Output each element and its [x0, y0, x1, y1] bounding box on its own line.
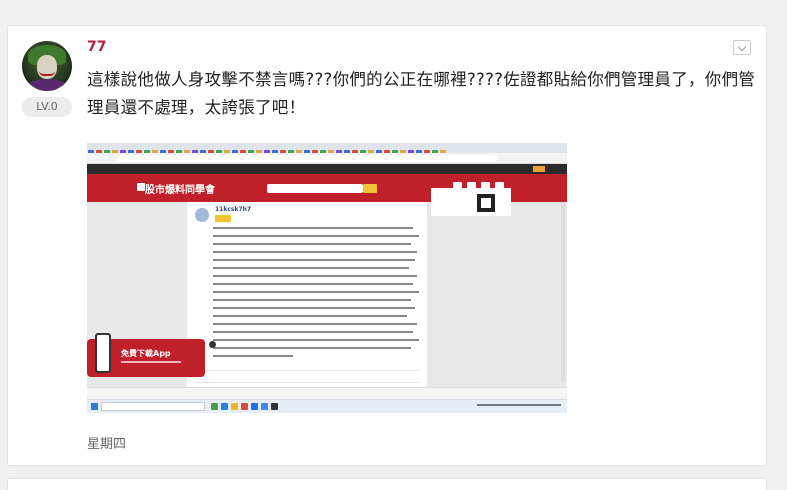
text-line: [213, 299, 411, 301]
site-top-nav: [87, 164, 567, 174]
username[interactable]: 77: [87, 39, 106, 55]
taskbar-app-icon: [251, 403, 258, 410]
text-line: [213, 307, 415, 309]
text-line: [213, 339, 419, 341]
commenter-name: 11kcsk7h7: [215, 206, 252, 213]
phone-icon: [95, 333, 111, 373]
avatar[interactable]: [22, 41, 72, 91]
post-text: 這樣說他做人身攻擊不禁言嗎???你們的公正在哪裡????佐證都貼給你們管理員了，…: [87, 70, 756, 117]
post-weekday: 星期四: [87, 437, 127, 452]
text-line: [213, 267, 409, 269]
text-line: [213, 283, 413, 285]
text-line: [213, 315, 407, 317]
text-line: [213, 251, 417, 253]
browser-tab-strip: [87, 143, 567, 156]
avatar-smile: [39, 71, 55, 76]
text-line: [213, 355, 293, 357]
text-line: [213, 331, 413, 333]
text-line: [213, 243, 411, 245]
text-line: [213, 291, 419, 293]
site-logo-icon: [137, 183, 145, 191]
hot-badge: [533, 166, 545, 172]
text-line: [213, 275, 417, 277]
taskbar-app-icon: [261, 403, 268, 410]
address-bar: [87, 153, 567, 164]
commenter-avatar: [195, 208, 209, 222]
browser-tabs: [87, 143, 567, 156]
windows-start-icon: [91, 403, 98, 410]
commenter-badge: [215, 215, 231, 222]
post-card: LV.0 77 這樣說他做人身攻擊不禁言嗎???你們的公正在哪裡????佐證都貼…: [7, 25, 767, 466]
app-download-label: 免費下載App: [121, 349, 171, 358]
taskbar-app-icon: [231, 403, 238, 410]
site-search-button: [363, 184, 377, 193]
qr-code: [431, 188, 511, 216]
screenshot-post-area: 11kcsk7h7: [187, 202, 427, 413]
text-line: [213, 235, 419, 237]
chevron-down-icon[interactable]: [733, 40, 751, 55]
taskbar-app-icon: [241, 403, 248, 410]
divider: [195, 382, 419, 383]
taskbar-app-icon: [211, 403, 218, 410]
text-line: [213, 227, 413, 229]
system-tray: [477, 404, 561, 406]
text-line: [213, 347, 411, 349]
divider: [195, 370, 419, 371]
text-line: [213, 259, 415, 261]
windows-taskbar: [87, 399, 567, 413]
level-badge: LV.0: [22, 97, 72, 117]
scrollbar: [561, 202, 565, 382]
attached-screenshot[interactable]: 股市爆料同學會 11kcsk7h7 免費下載App: [87, 143, 567, 413]
download-bar: [87, 387, 567, 399]
site-title: 股市爆料同學會: [145, 185, 215, 196]
taskbar-app-icon: [221, 403, 228, 410]
taskbar-app-icon: [271, 403, 278, 410]
app-download-ad: 免費下載App: [87, 333, 205, 377]
url-field: [117, 155, 497, 162]
next-post-card: [7, 478, 767, 490]
avatar-suit: [26, 79, 68, 91]
taskbar-search: [101, 402, 205, 411]
app-download-subtext: [121, 361, 181, 363]
close-icon: [209, 341, 216, 348]
text-line: [213, 323, 417, 325]
site-search-input: [267, 184, 363, 193]
